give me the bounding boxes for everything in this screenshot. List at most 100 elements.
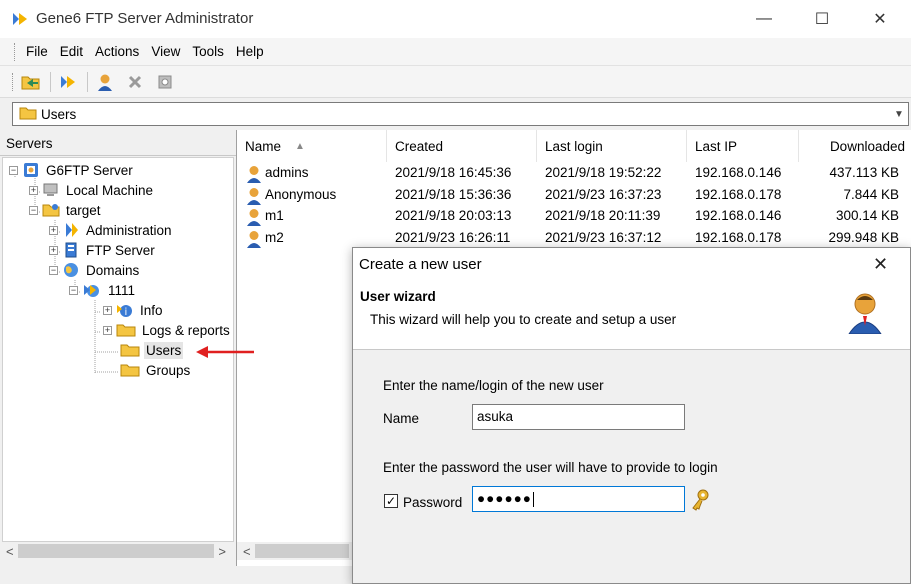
- scrollbar-thumb[interactable]: [254, 544, 349, 558]
- password-input[interactable]: ●●●●●●: [472, 486, 685, 512]
- tree-node-users[interactable]: Users: [120, 340, 184, 360]
- scroll-right-icon[interactable]: >: [218, 544, 234, 559]
- menu-help[interactable]: Help: [230, 44, 270, 59]
- table-row[interactable]: m2 2021/9/23 16:26:11 2021/9/23 16:37:12…: [237, 228, 911, 249]
- svg-text:i: i: [125, 307, 128, 318]
- column-header-last-login[interactable]: Last login: [537, 130, 687, 162]
- cell-last-ip: 192.168.0.146: [695, 208, 782, 223]
- open-folder-icon[interactable]: [18, 70, 44, 94]
- scroll-left-icon[interactable]: <: [2, 544, 14, 559]
- cell-downloaded: 7.844 KB: [843, 187, 899, 202]
- toolbar-grip: [12, 72, 15, 91]
- cell-created: 2021/9/18 16:45:36: [395, 165, 512, 180]
- address-combobox[interactable]: Users ▼: [12, 102, 909, 126]
- cell-downloaded: 299.948 KB: [828, 230, 899, 245]
- user-icon[interactable]: [92, 70, 118, 94]
- tree-label: Logs & reports: [142, 322, 230, 338]
- cell-created: 2021/9/18 15:36:36: [395, 187, 512, 202]
- tree-node-info[interactable]: + i Info: [103, 300, 165, 320]
- computer-icon: [42, 182, 60, 198]
- menu-edit[interactable]: Edit: [54, 44, 89, 59]
- tree-node-administration[interactable]: + Administration: [49, 220, 174, 240]
- tree-node-groups[interactable]: Groups: [120, 360, 192, 380]
- column-header-name[interactable]: Name ▲: [237, 130, 387, 162]
- menu-file[interactable]: File: [20, 44, 54, 59]
- menu-tools[interactable]: Tools: [186, 44, 230, 59]
- menu-actions[interactable]: Actions: [89, 44, 145, 59]
- name-label: Name: [383, 411, 420, 426]
- maximize-button[interactable]: ☐: [793, 0, 851, 38]
- tree-label: Info: [140, 302, 163, 318]
- dialog-close-button[interactable]: ✕: [873, 254, 888, 275]
- tree-node-g6ftp-server[interactable]: − G6FTP Server: [9, 160, 135, 180]
- sort-ascending-icon: ▲: [295, 140, 305, 152]
- column-label: Last login: [545, 138, 603, 154]
- server-icon: [22, 161, 40, 179]
- tree-node-local-machine[interactable]: + Local Machine: [29, 180, 155, 200]
- minimize-button[interactable]: —: [735, 0, 793, 38]
- cell-last-login: 2021/9/23 16:37:12: [545, 230, 662, 245]
- cell-last-ip: 192.168.0.178: [695, 187, 782, 202]
- tree-node-logs-reports[interactable]: + Logs & reports: [103, 320, 232, 340]
- expand-icon[interactable]: +: [49, 225, 58, 235]
- expand-icon[interactable]: +: [103, 305, 112, 315]
- menu-view[interactable]: View: [145, 44, 186, 59]
- cell-created: 2021/9/18 20:03:13: [395, 208, 512, 223]
- password-checkbox[interactable]: ✓: [384, 494, 398, 508]
- user-icon: [246, 187, 262, 208]
- user-icon: [246, 208, 262, 229]
- wizard-title: User wizard: [360, 289, 436, 304]
- folder-icon: [116, 322, 136, 338]
- cell-downloaded: 437.113 KB: [829, 165, 899, 180]
- cell-last-login: 2021/9/18 19:52:22: [545, 165, 662, 180]
- title-bar: Gene6 FTP Server Administrator — ☐ ✕: [0, 0, 911, 38]
- admin-icon: [62, 221, 80, 239]
- tree-node-1111[interactable]: − 1111: [69, 280, 137, 300]
- table-row[interactable]: m1 2021/9/18 20:03:13 2021/9/18 20:11:39…: [237, 206, 911, 227]
- tree-label: Domains: [86, 262, 140, 278]
- tree-node-ftp-server[interactable]: + FTP Server: [49, 240, 157, 260]
- scroll-left-icon[interactable]: <: [237, 544, 251, 559]
- folder-icon: [120, 342, 140, 358]
- column-header-last-ip[interactable]: Last IP: [687, 130, 799, 162]
- folder-icon: [42, 202, 60, 218]
- column-label: Created: [395, 138, 444, 154]
- cell-name: admins: [265, 165, 309, 180]
- scrollbar-thumb[interactable]: [17, 544, 215, 558]
- list-horizontal-scrollbar[interactable]: <: [237, 542, 353, 560]
- create-user-dialog: Create a new user ✕ User wizard This wiz…: [352, 247, 911, 584]
- key-icon[interactable]: [690, 488, 712, 515]
- collapse-icon[interactable]: −: [9, 165, 18, 175]
- column-header-downloaded[interactable]: Downloaded: [799, 130, 911, 162]
- column-header-created[interactable]: Created: [387, 130, 537, 162]
- tree-node-domains[interactable]: − Domains: [49, 260, 141, 280]
- wizard-description: This wizard will help you to create and …: [370, 312, 677, 327]
- delete-icon[interactable]: [122, 70, 148, 94]
- dropdown-arrow-icon[interactable]: ▼: [890, 103, 908, 125]
- cell-downloaded: 300.14 KB: [835, 208, 899, 223]
- expand-icon[interactable]: +: [49, 245, 58, 255]
- user-icon: [246, 230, 262, 251]
- column-label: Name: [245, 138, 282, 154]
- close-button[interactable]: ✕: [851, 0, 909, 38]
- cell-name: m2: [265, 230, 284, 245]
- collapse-icon[interactable]: −: [29, 205, 38, 215]
- collapse-icon[interactable]: −: [69, 285, 78, 295]
- tree-label: target: [66, 202, 101, 218]
- user-wizard-icon: [847, 292, 883, 337]
- table-row[interactable]: admins 2021/9/18 16:45:36 2021/9/18 19:5…: [237, 163, 911, 184]
- tree-label: Groups: [146, 362, 191, 378]
- annotation-arrow-icon: [196, 345, 256, 362]
- table-row[interactable]: Anonymous 2021/9/18 15:36:36 2021/9/23 1…: [237, 185, 911, 206]
- refresh-icon[interactable]: [55, 70, 81, 94]
- expand-icon[interactable]: +: [29, 185, 38, 195]
- name-input[interactable]: asuka: [472, 404, 685, 430]
- collapse-icon[interactable]: −: [49, 265, 58, 275]
- servers-header: Servers: [0, 130, 236, 156]
- tree-horizontal-scrollbar[interactable]: < >: [2, 542, 234, 560]
- name-input-value: asuka: [477, 409, 514, 424]
- properties-icon[interactable]: [152, 70, 178, 94]
- tree-node-target[interactable]: − target: [29, 200, 103, 220]
- menu-bar: File Edit Actions View Tools Help: [0, 38, 911, 66]
- expand-icon[interactable]: +: [103, 325, 112, 335]
